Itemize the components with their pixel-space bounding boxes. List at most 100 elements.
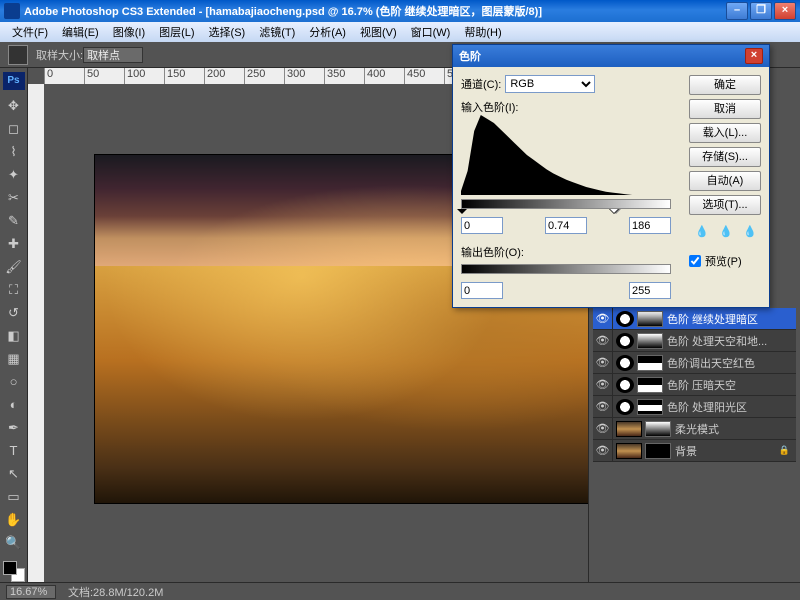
minimize-button[interactable]: – [726,2,748,20]
layer-row[interactable]: 👁 柔光模式 [593,418,796,440]
dodge-tool[interactable]: ◐ [3,394,25,416]
input-white-field[interactable] [629,217,671,234]
gradient-tool[interactable]: ▦ [3,348,25,370]
layer-mask-thumb[interactable] [637,399,663,415]
menu-image[interactable]: 图像(I) [107,22,151,42]
layer-name: 色阶 继续处理暗区 [667,311,758,327]
layer-mask-thumb[interactable] [637,333,663,349]
sample-size-input[interactable] [83,47,143,63]
layer-mask-thumb[interactable] [645,443,671,459]
wand-tool[interactable]: ✦ [3,164,25,186]
zoom-field[interactable]: 16.67% [6,585,56,599]
layer-row[interactable]: 👁 色阶 继续处理暗区 [593,308,796,330]
blur-tool[interactable]: ○ [3,371,25,393]
eraser-tool[interactable]: ◧ [3,325,25,347]
preview-checkbox-row[interactable]: 预览(P) [689,253,761,269]
levels-dialog: 色阶 × 通道(C): RGB 输入色阶(I): 输出色阶(O): [452,44,770,308]
close-button[interactable]: × [774,2,796,20]
path-tool[interactable]: ↖ [3,463,25,485]
output-gradient[interactable] [461,264,671,274]
type-tool[interactable]: T [3,440,25,462]
menu-view[interactable]: 视图(V) [354,22,403,42]
window-title: Adobe Photoshop CS3 Extended - [hamabaji… [24,3,542,19]
layers-panel: 👁 色阶 继续处理暗区 👁色阶 处理天空和地...👁色阶调出天空红色👁色阶 压暗天空… [593,308,796,572]
input-gamma-field[interactable] [545,217,587,234]
layer-mask-thumb[interactable] [637,355,663,371]
visibility-icon[interactable]: 👁 [593,308,613,330]
menu-edit[interactable]: 编辑(E) [56,22,105,42]
menu-filter[interactable]: 滤镜(T) [253,22,301,42]
brush-tool[interactable]: 🖌 [3,256,25,278]
history-brush-tool[interactable]: ↺ [3,302,25,324]
eyedropper-black-icon[interactable]: 💧 [695,225,713,243]
layer-name: 背景 [675,443,697,459]
hand-tool[interactable]: ✋ [3,509,25,531]
input-black-field[interactable] [461,217,503,234]
layer-mask-thumb[interactable] [637,311,663,327]
eyedropper-white-icon[interactable]: 💧 [743,225,761,243]
adjustment-icon [616,355,634,371]
layer-name: 柔光模式 [675,421,719,437]
save-button[interactable]: 存储(S)... [689,147,761,167]
layer-row[interactable]: 👁 色阶 处理阳光区 [593,396,796,418]
layer-row[interactable]: 👁色阶调出天空红色 [593,352,796,374]
heal-tool[interactable]: ✚ [3,233,25,255]
layer-mask-thumb[interactable] [637,377,663,393]
eyedropper-tool[interactable]: ✎ [3,210,25,232]
ok-button[interactable]: 确定 [689,75,761,95]
color-swatches[interactable] [3,561,25,582]
sample-size-label: 取样大小: [36,47,83,63]
maximize-button[interactable]: ❐ [750,2,772,20]
dialog-close-button[interactable]: × [745,48,763,64]
tool-preset-icon[interactable] [8,45,28,65]
load-button[interactable]: 载入(L)... [689,123,761,143]
layer-row[interactable]: 👁 背景 🔒 [593,440,796,462]
layer-name: 色阶 处理阳光区 [667,399,747,415]
channel-select[interactable]: RGB [505,75,595,93]
visibility-icon[interactable]: 👁 [593,330,613,352]
ps-logo-icon: Ps [3,72,25,90]
move-tool[interactable]: ✥ [3,95,25,117]
menu-layer[interactable]: 图层(L) [153,22,200,42]
shape-tool[interactable]: ▭ [3,486,25,508]
preview-checkbox[interactable] [689,255,701,267]
input-levels-label: 输入色阶(I): [461,99,681,115]
adjustment-icon [616,311,634,327]
pen-tool[interactable]: ✒ [3,417,25,439]
layer-thumb [616,443,642,459]
input-gradient[interactable] [461,199,671,209]
layer-mask-thumb[interactable] [645,421,671,437]
output-white-field[interactable] [629,282,671,299]
menu-window[interactable]: 窗口(W) [405,22,457,42]
cancel-button[interactable]: 取消 [689,99,761,119]
menu-select[interactable]: 选择(S) [203,22,252,42]
zoom-tool[interactable]: 🔍 [3,532,25,554]
crop-tool[interactable]: ✂ [3,187,25,209]
menu-file[interactable]: 文件(F) [6,22,54,42]
lock-icon: 🔒 [779,445,790,456]
auto-button[interactable]: 自动(A) [689,171,761,191]
black-point-slider[interactable] [457,209,467,219]
layer-row[interactable]: 👁色阶 压暗天空 [593,374,796,396]
visibility-icon[interactable]: 👁 [593,440,613,462]
statusbar: 16.67% 文档:28.8M/120.2M [0,582,800,600]
visibility-icon[interactable]: 👁 [593,374,613,396]
options-button[interactable]: 选项(T)... [689,195,761,215]
menu-help[interactable]: 帮助(H) [458,22,507,42]
visibility-icon[interactable]: 👁 [593,352,613,374]
adjustment-icon [616,399,634,415]
lasso-tool[interactable]: ⌇ [3,141,25,163]
eyedropper-gray-icon[interactable]: 💧 [719,225,737,243]
layer-row[interactable]: 👁色阶 处理天空和地... [593,330,796,352]
output-black-field[interactable] [461,282,503,299]
output-levels-label: 输出色阶(O): [461,244,681,260]
visibility-icon[interactable]: 👁 [593,396,613,418]
stamp-tool[interactable]: ⛶ [3,279,25,301]
app-icon [4,3,20,19]
visibility-icon[interactable]: 👁 [593,418,613,440]
white-point-slider[interactable] [609,209,619,219]
dialog-title: 色阶 [459,48,481,64]
menu-analysis[interactable]: 分析(A) [303,22,352,42]
dialog-titlebar[interactable]: 色阶 × [453,45,769,67]
marquee-tool[interactable]: ◻ [3,118,25,140]
